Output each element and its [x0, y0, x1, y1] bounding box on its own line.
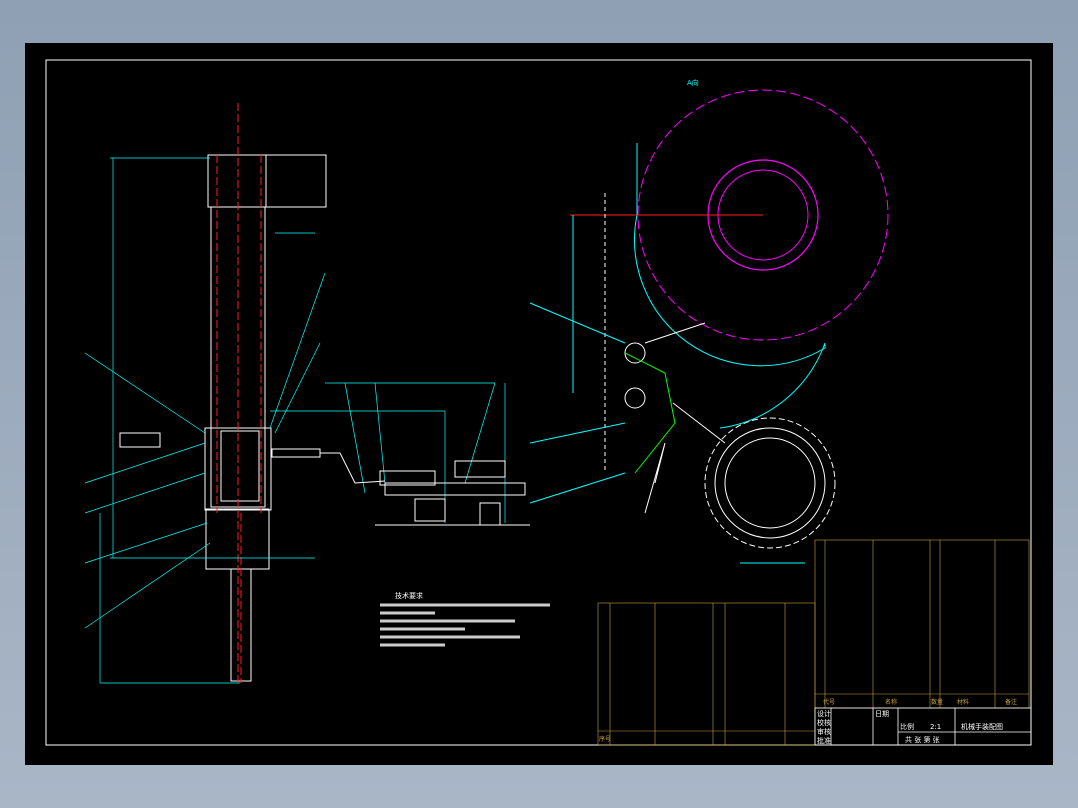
- scale-value: 2:1: [930, 723, 941, 731]
- drawing-title: 机械手装配图: [961, 722, 1003, 731]
- bom-table-left: [597, 602, 816, 746]
- bom-header: 代号 名称 数量 材料 备注 序号: [599, 698, 1017, 743]
- reviewer-label: 审核: [817, 727, 831, 736]
- rotary-table-bottom: [704, 342, 836, 549]
- notes-title: 技术要求: [395, 591, 423, 600]
- bom-header-qty: 数量: [931, 698, 943, 706]
- bom-header-name: 名称: [885, 698, 897, 706]
- approver-label: 批准: [817, 736, 831, 745]
- sheet-count: 共 张 第 张: [905, 735, 940, 744]
- bom-header-material: 材料: [957, 698, 969, 706]
- drawing-canvas: A向 技术要求 代号 名称 数量 材料 备注 序号 设计 校核 审核 批准 日期…: [45, 59, 1032, 746]
- view-label: A向: [687, 78, 699, 87]
- link-mechanism: [529, 193, 805, 564]
- bom-header-seq: 序号: [599, 735, 611, 743]
- rotary-table-top: [570, 89, 889, 367]
- drawing-border: [45, 59, 1032, 746]
- gripper-arm: [320, 452, 530, 526]
- cad-drawing-sheet: A向 技术要求 代号 名称 数量 材料 备注 序号 设计 校核 审核 批准 日期…: [25, 43, 1053, 765]
- designer-label: 设计: [817, 709, 831, 718]
- column-assembly: [119, 154, 327, 682]
- scale-label: 比例: [900, 722, 914, 731]
- checker-label: 校核: [817, 718, 831, 727]
- center-lines: [216, 103, 262, 683]
- notes-text-lines: [380, 603, 550, 647]
- bom-header-code: 代号: [823, 698, 835, 706]
- bom-table-right: [814, 539, 1030, 709]
- date-label: 日期: [875, 710, 889, 718]
- bom-header-note: 备注: [1005, 698, 1017, 706]
